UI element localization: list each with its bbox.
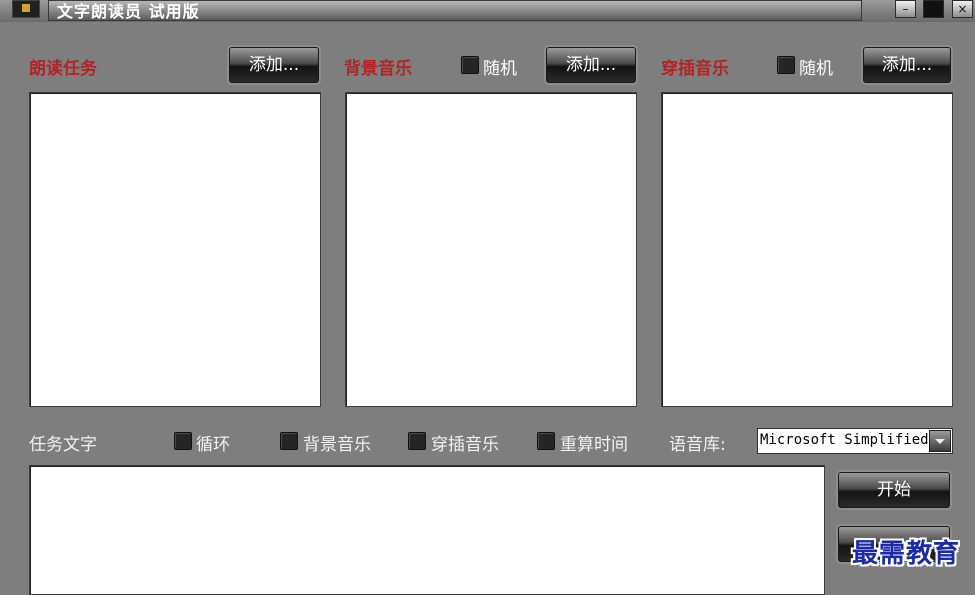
- voice-library-select[interactable]: Microsoft Simplified Chinese: [757, 428, 953, 454]
- background-random-label: 随机: [483, 59, 517, 79]
- add-task-button[interactable]: 添加...: [229, 47, 319, 83]
- background-random-checkbox[interactable]: [461, 56, 479, 74]
- bg-music-option-checkbox[interactable]: [280, 432, 298, 450]
- recalc-time-checkbox[interactable]: [537, 432, 555, 450]
- minimize-button[interactable]: –: [895, 0, 916, 18]
- add-background-music-button[interactable]: 添加...: [546, 47, 636, 83]
- interlude-music-list[interactable]: [661, 92, 953, 407]
- task-text-label: 任务文字: [29, 435, 97, 455]
- interlude-random-checkbox[interactable]: [777, 56, 795, 74]
- maximize-button[interactable]: [923, 0, 944, 18]
- recalc-time-label: 重算时间: [560, 435, 628, 455]
- reading-tasks-list[interactable]: [29, 92, 321, 407]
- interlude-random-label: 随机: [799, 59, 833, 79]
- start-button[interactable]: 开始: [838, 472, 950, 508]
- interlude-music-label: 穿插音乐: [661, 59, 729, 79]
- watermark: 最需教育: [852, 539, 961, 569]
- loop-label: 循环: [196, 435, 230, 455]
- interlude-option-checkbox[interactable]: [408, 432, 426, 450]
- interlude-option-label: 穿插音乐: [431, 435, 499, 455]
- background-music-list[interactable]: [345, 92, 637, 407]
- voice-library-label: 语音库:: [669, 435, 726, 455]
- bg-music-option-label: 背景音乐: [303, 435, 371, 455]
- background-music-label: 背景音乐: [344, 59, 412, 79]
- loop-checkbox[interactable]: [174, 432, 192, 450]
- reading-tasks-label: 朗读任务: [29, 59, 97, 79]
- title-field: 文字朗读员 试用版: [48, 0, 862, 21]
- voice-library-value: Microsoft Simplified Chinese: [760, 432, 928, 448]
- add-interlude-music-button[interactable]: 添加...: [863, 47, 951, 83]
- close-button[interactable]: ×: [952, 0, 973, 18]
- dropdown-arrow-icon[interactable]: [929, 430, 951, 452]
- app-icon: [12, 0, 40, 18]
- app-title: 文字朗读员 试用版: [57, 2, 200, 21]
- task-text-area[interactable]: [29, 465, 825, 595]
